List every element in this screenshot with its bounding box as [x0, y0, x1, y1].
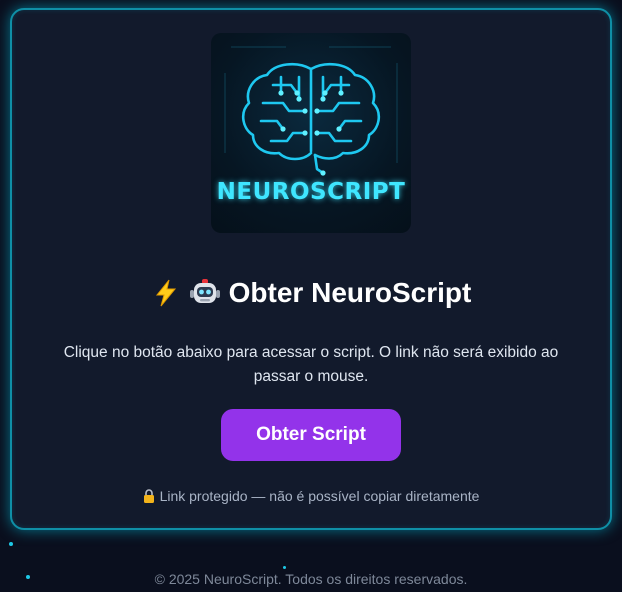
script-card: NEUROSCRIPT Obter NeuroScript Clique no …	[10, 8, 612, 530]
description-text: Clique no botão abaixo para acessar o sc…	[63, 344, 559, 385]
footer-copyright: © 2025 NeuroScript. Todos os direitos re…	[154, 571, 468, 587]
lightning-icon	[155, 279, 176, 307]
protected-link-note: Link protegido — não é possível copiar d…	[12, 488, 610, 504]
logo-wordmark: NEUROSCRIPT	[216, 179, 406, 205]
background-particle	[9, 542, 13, 546]
background-particle	[283, 566, 286, 569]
robot-icon	[189, 279, 220, 303]
page-title: Obter NeuroScript	[12, 277, 610, 309]
protected-link-text: Link protegido — não é possível copiar d…	[159, 488, 480, 504]
page-title-text: Obter NeuroScript	[228, 277, 472, 308]
get-script-button[interactable]: Obter Script	[221, 409, 401, 461]
lock-icon	[143, 489, 155, 503]
neuroscript-logo: NEUROSCRIPT	[211, 33, 411, 233]
